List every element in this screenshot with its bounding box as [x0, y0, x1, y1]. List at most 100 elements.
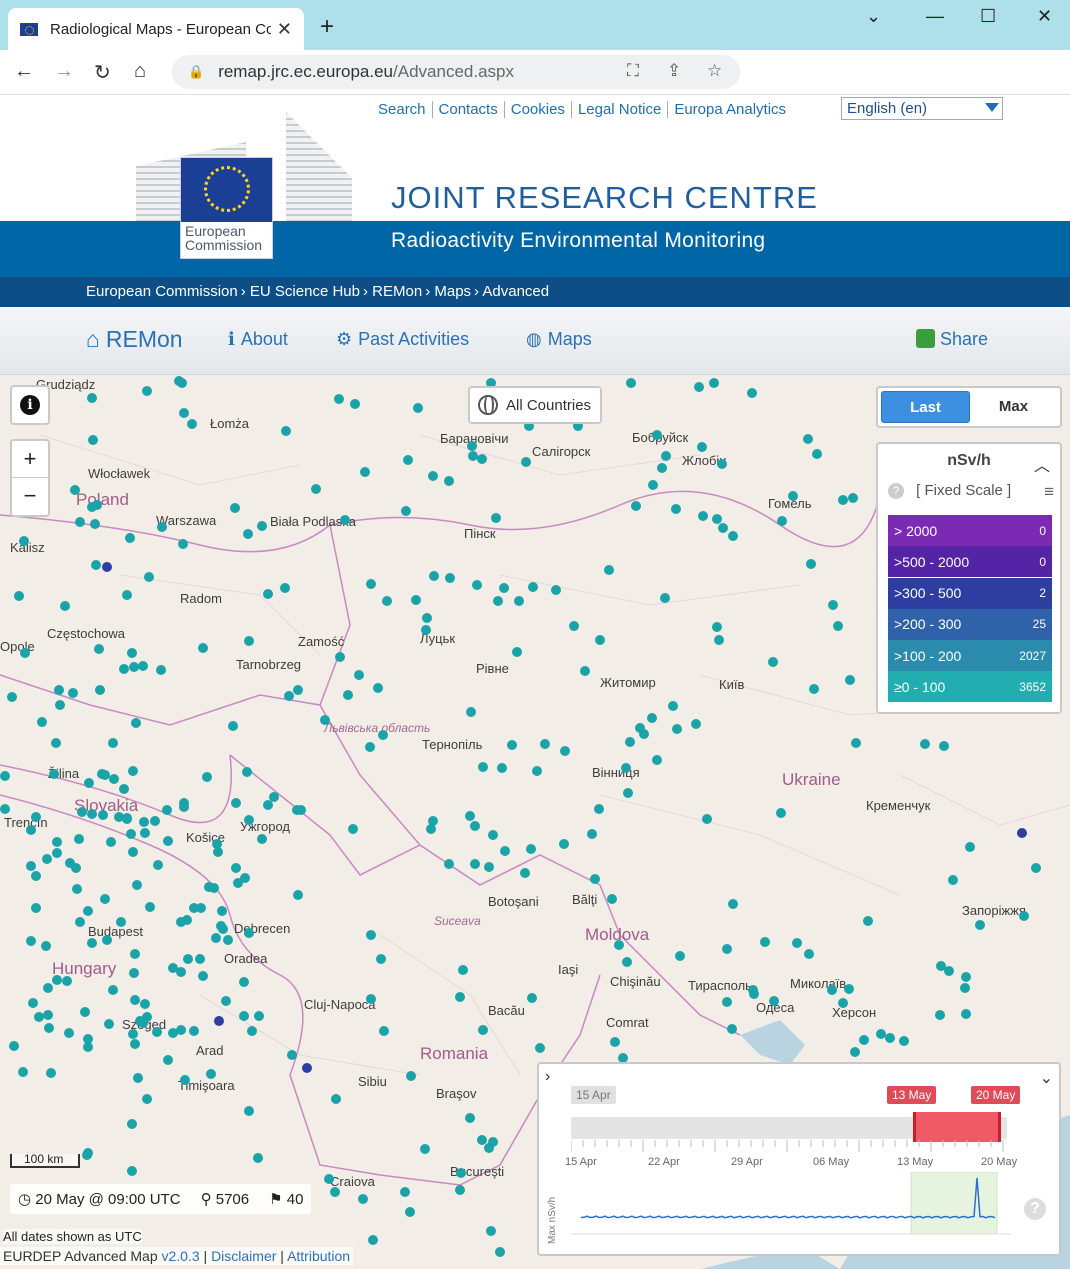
station-marker[interactable] — [512, 647, 522, 657]
station-marker[interactable] — [468, 451, 478, 461]
station-marker[interactable] — [809, 684, 819, 694]
station-marker[interactable] — [776, 808, 786, 818]
station-marker[interactable] — [714, 635, 724, 645]
station-marker[interactable] — [228, 721, 238, 731]
station-marker[interactable] — [514, 596, 524, 606]
collapse-chevron-icon[interactable]: ︿ — [1034, 452, 1050, 476]
station-marker[interactable] — [28, 998, 38, 1008]
station-marker[interactable] — [122, 590, 132, 600]
station-marker[interactable] — [31, 903, 41, 913]
station-marker[interactable] — [244, 636, 254, 646]
station-marker[interactable] — [52, 837, 62, 847]
station-marker[interactable] — [54, 685, 64, 695]
station-marker[interactable] — [444, 476, 454, 486]
station-marker[interactable] — [722, 944, 732, 954]
station-marker[interactable] — [472, 580, 482, 590]
crumb-ec[interactable]: European Commission — [86, 283, 238, 300]
station-marker[interactable] — [885, 1033, 895, 1043]
station-marker[interactable] — [863, 916, 873, 926]
station-marker[interactable] — [477, 454, 487, 464]
crumb-remon[interactable]: REMon — [372, 283, 422, 300]
language-select[interactable]: English (en) — [841, 97, 1003, 120]
station-marker[interactable] — [403, 455, 413, 465]
new-tab-icon[interactable]: + — [320, 13, 334, 41]
station-marker[interactable] — [334, 394, 344, 404]
station-marker[interactable] — [691, 719, 701, 729]
station-marker[interactable] — [622, 957, 632, 967]
forward-icon[interactable]: → — [54, 60, 74, 83]
station-marker[interactable] — [848, 493, 858, 503]
station-marker[interactable] — [358, 1194, 368, 1204]
station-marker[interactable] — [233, 878, 243, 888]
station-marker[interactable] — [242, 767, 252, 777]
station-marker[interactable] — [9, 1041, 19, 1051]
station-marker[interactable] — [717, 459, 727, 469]
station-marker[interactable] — [176, 967, 186, 977]
back-icon[interactable]: ← — [14, 60, 34, 83]
station-marker[interactable] — [119, 784, 129, 794]
station-marker[interactable] — [7, 692, 17, 702]
station-marker[interactable] — [366, 579, 376, 589]
station-marker[interactable] — [126, 829, 136, 839]
station-marker[interactable] — [138, 661, 148, 671]
station-marker[interactable] — [806, 559, 816, 569]
european-commission-logo[interactable]: European Commission — [180, 157, 273, 259]
station-marker[interactable] — [626, 378, 636, 388]
station-marker[interactable] — [477, 1135, 487, 1145]
station-marker[interactable] — [532, 766, 542, 776]
station-marker[interactable] — [920, 739, 930, 749]
station-marker[interactable] — [62, 976, 72, 986]
station-marker[interactable] — [223, 935, 233, 945]
station-marker[interactable] — [812, 449, 822, 459]
menu-about[interactable]: ℹ About — [228, 329, 288, 350]
station-marker[interactable] — [722, 997, 732, 1007]
station-marker[interactable] — [376, 954, 386, 964]
station-marker[interactable] — [486, 1226, 496, 1236]
station-marker[interactable] — [140, 828, 150, 838]
station-marker[interactable] — [478, 1025, 488, 1035]
station-marker[interactable] — [324, 1174, 334, 1184]
station-marker[interactable] — [177, 378, 187, 388]
station-marker[interactable] — [231, 863, 241, 873]
legend-row[interactable]: > 2000 0 — [888, 515, 1052, 546]
station-marker[interactable] — [206, 1069, 216, 1079]
station-marker[interactable] — [106, 837, 116, 847]
station-marker[interactable] — [139, 817, 149, 827]
station-marker[interactable] — [827, 985, 837, 995]
station-marker[interactable] — [728, 899, 738, 909]
station-marker[interactable] — [87, 502, 97, 512]
station-marker[interactable] — [94, 644, 104, 654]
station-marker[interactable] — [960, 983, 970, 993]
station-marker[interactable] — [340, 515, 350, 525]
station-marker[interactable] — [540, 739, 550, 749]
station-marker[interactable] — [458, 965, 468, 975]
station-marker[interactable] — [527, 993, 537, 1003]
station-marker[interactable] — [935, 1010, 945, 1020]
station-marker[interactable] — [287, 1050, 297, 1060]
station-marker[interactable] — [760, 937, 770, 947]
station-marker[interactable] — [100, 770, 110, 780]
station-marker[interactable] — [42, 854, 52, 864]
station-marker[interactable] — [672, 724, 682, 734]
station-marker[interactable] — [104, 1019, 114, 1029]
station-marker[interactable] — [239, 1011, 249, 1021]
station-marker[interactable] — [671, 504, 681, 514]
station-marker[interactable] — [150, 816, 160, 826]
station-marker[interactable] — [64, 1028, 74, 1038]
station-marker[interactable] — [195, 954, 205, 964]
station-marker[interactable] — [610, 1037, 620, 1047]
station-marker[interactable] — [80, 1007, 90, 1017]
station-marker[interactable] — [400, 1187, 410, 1197]
station-marker[interactable] — [0, 771, 10, 781]
station-marker[interactable] — [623, 788, 633, 798]
station-marker[interactable] — [254, 1011, 264, 1021]
station-marker[interactable] — [838, 495, 848, 505]
station-marker[interactable] — [607, 894, 617, 904]
station-marker[interactable] — [697, 442, 707, 452]
station-marker[interactable] — [75, 517, 85, 527]
station-marker[interactable] — [293, 890, 303, 900]
station-marker[interactable] — [263, 800, 273, 810]
translate-icon[interactable]: ⛶ — [627, 61, 639, 81]
station-marker[interactable] — [211, 933, 221, 943]
all-countries-button[interactable]: All Countries — [468, 386, 602, 424]
